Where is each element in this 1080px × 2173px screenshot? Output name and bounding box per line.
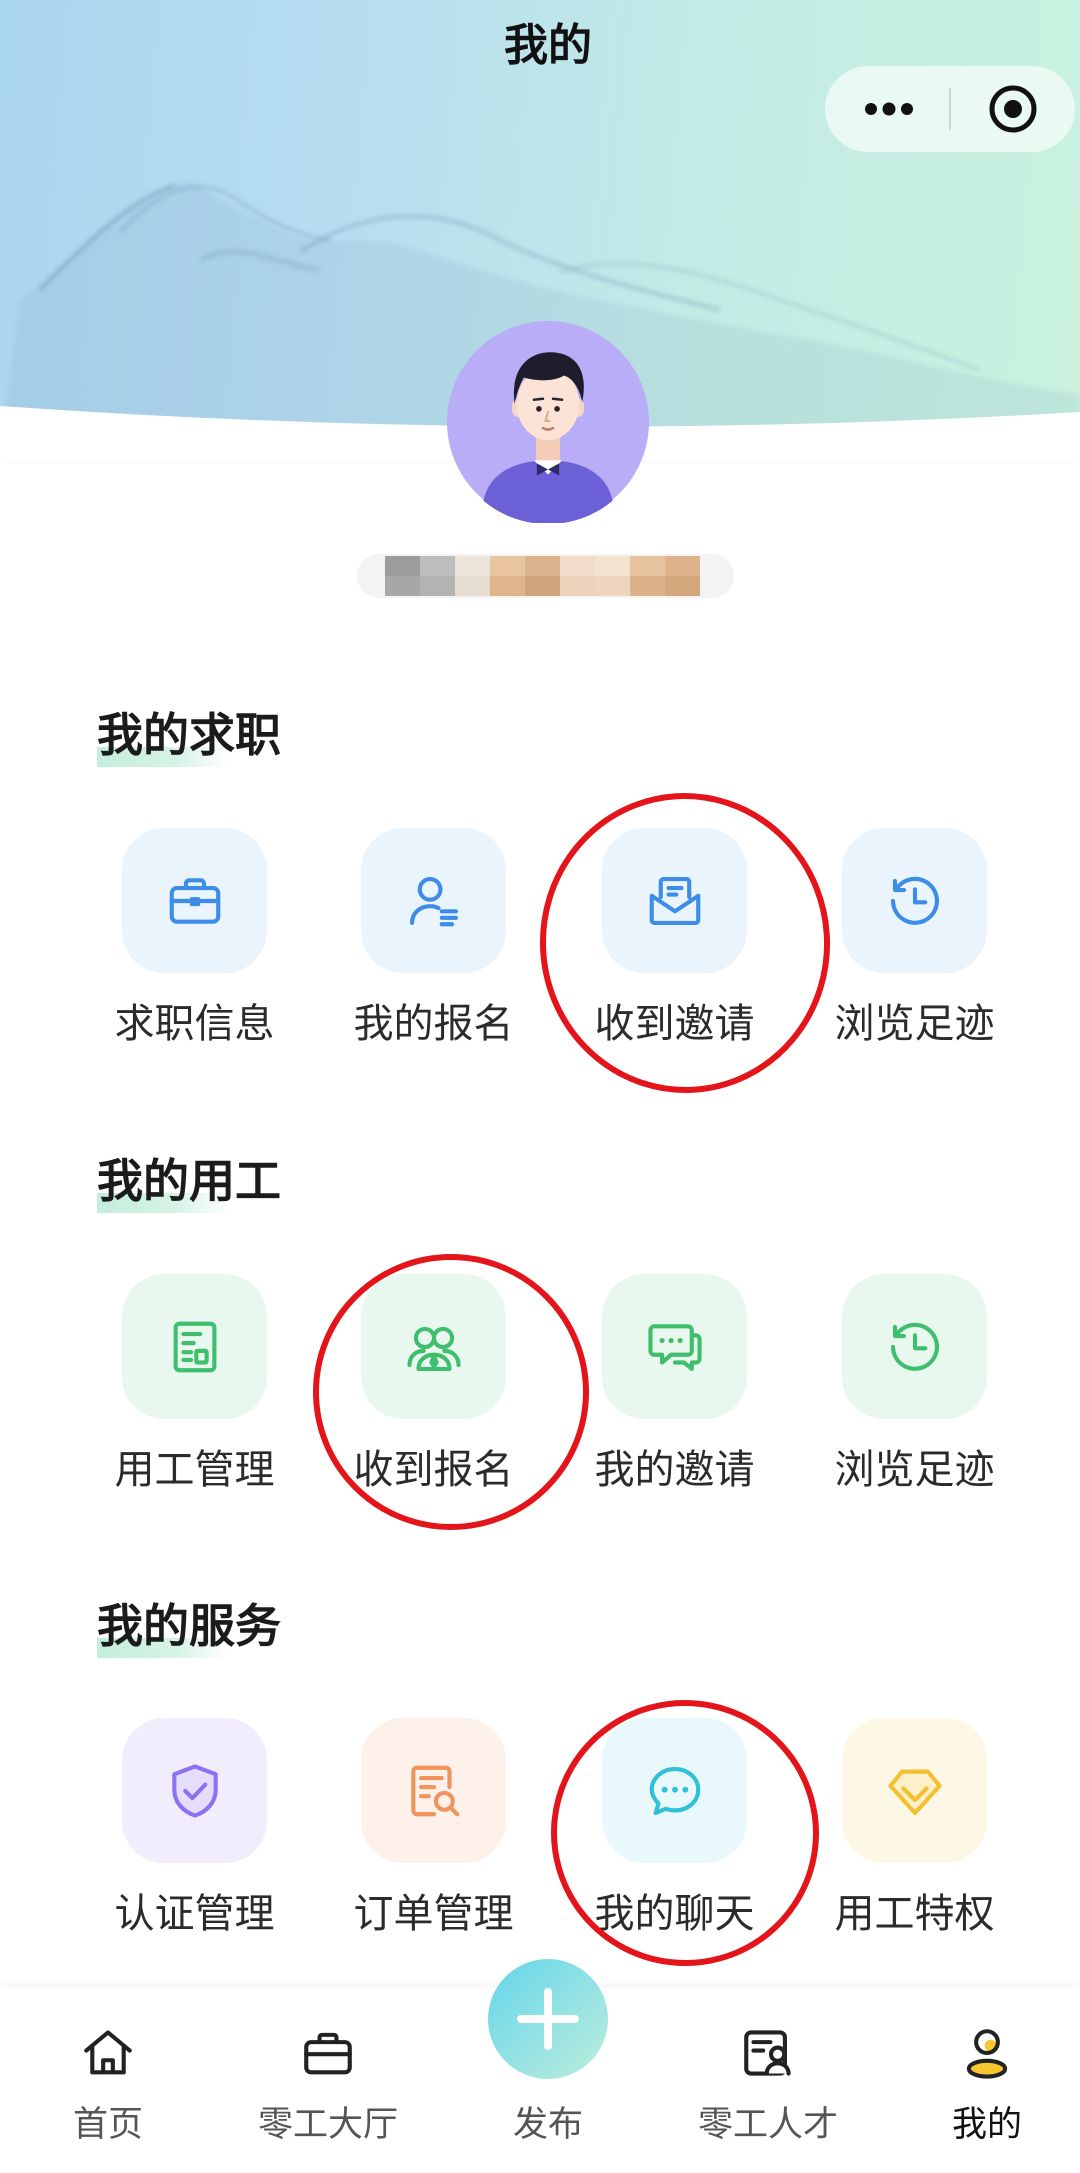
group-icon [406, 1326, 461, 1371]
menu-item-browse-history-employer[interactable]: 浏览足迹 [835, 1274, 995, 1504]
mosaic-block [525, 556, 560, 596]
mini-program-capsule [825, 66, 1075, 152]
menu-item-received-applications[interactable]: 收到报名 [354, 1274, 514, 1504]
mosaic-block [665, 556, 700, 596]
menu-item-label: 浏览足迹 [834, 1001, 995, 1047]
order-search-icon [410, 1765, 459, 1816]
tile-received-applications [361, 1274, 506, 1419]
tab-label: 零工大厅 [257, 2105, 398, 2145]
page-title: 我的 [504, 20, 592, 71]
document-icon [173, 1321, 216, 1372]
capsule-divider [949, 88, 951, 130]
tab-label: 首页 [72, 2105, 143, 2145]
tab-label: 发布 [512, 2105, 583, 2145]
more-dots-icon[interactable] [859, 93, 919, 125]
section-title-services: 我的服务 [97, 1599, 281, 1653]
chat-bubbles-icon [647, 1323, 702, 1371]
menu-item-my-invites[interactable]: 我的邀请 [595, 1274, 755, 1504]
tile-employment-management [122, 1274, 267, 1419]
avatar[interactable] [447, 321, 649, 523]
menu-item-job-info[interactable]: 求职信息 [115, 828, 275, 1058]
menu-item-label: 用工管理 [114, 1447, 275, 1493]
menu-item-my-chat[interactable]: 我的聊天 [595, 1718, 755, 1948]
tab-talent[interactable]: 零工人才 [668, 1987, 868, 2173]
history-icon [890, 876, 939, 925]
target-icon[interactable] [987, 83, 1039, 135]
mosaic-block [420, 556, 455, 596]
mosaic-block [385, 556, 420, 596]
tile-my-applications [361, 828, 506, 973]
tile-browse-history-employer [842, 1274, 987, 1419]
menu-item-label: 我的邀请 [594, 1447, 755, 1493]
section-title-job-seeking: 我的求职 [97, 708, 281, 762]
menu-item-received-invites[interactable]: 收到邀请 [595, 828, 755, 1058]
menu-item-label: 我的报名 [353, 1001, 514, 1047]
profile-page: 我的 我的求职 求职信息 我的报名 收到邀请 浏览足迹 我的用工 用工管理 收到… [0, 0, 1080, 2173]
section-title-employment: 我的用工 [97, 1154, 281, 1208]
mosaic-block [560, 556, 595, 596]
menu-item-label: 收到报名 [353, 1447, 514, 1493]
menu-item-label: 浏览足迹 [834, 1447, 995, 1493]
menu-item-my-applications[interactable]: 我的报名 [354, 828, 514, 1058]
profile-icon [966, 2029, 1008, 2079]
menu-item-label: 收到邀请 [594, 1001, 755, 1047]
menu-item-browse-history[interactable]: 浏览足迹 [835, 828, 995, 1058]
user-list-icon [409, 876, 458, 926]
home-icon [84, 2030, 132, 2075]
tab-label: 零工人才 [697, 2105, 838, 2145]
tile-received-invites [602, 828, 747, 973]
tab-mine[interactable]: 我的 [887, 1987, 1080, 2173]
briefcase-icon [169, 877, 220, 924]
envelope-icon [649, 876, 700, 925]
mosaic-block [490, 556, 525, 596]
briefcase-icon [304, 2032, 352, 2075]
tab-home[interactable]: 首页 [8, 1987, 208, 2173]
plus-icon [517, 1988, 579, 2050]
publish-button[interactable] [488, 1959, 608, 2079]
menu-item-label: 认证管理 [114, 1891, 275, 1937]
shield-check-icon [171, 1763, 218, 1818]
tile-verification [122, 1718, 267, 1863]
chat-icon [649, 1766, 700, 1815]
tab-gig-hall[interactable]: 零工大厅 [228, 1987, 428, 2173]
tile-my-chat [602, 1718, 747, 1863]
menu-item-label: 求职信息 [114, 1001, 275, 1047]
tile-job-info [122, 828, 267, 973]
name-mosaic [357, 554, 734, 598]
mosaic-block [595, 556, 630, 596]
tile-browse-history [842, 828, 987, 973]
tile-employer-privileges [842, 1718, 987, 1863]
tile-orders [361, 1718, 506, 1863]
diamond-icon [887, 1769, 942, 1815]
menu-item-label: 订单管理 [353, 1891, 514, 1937]
talent-card-icon [744, 2030, 791, 2076]
tab-label: 我的 [951, 2105, 1022, 2145]
tile-my-invites [602, 1274, 747, 1419]
history-icon [890, 1322, 939, 1371]
mosaic-block [455, 556, 490, 596]
menu-item-verification[interactable]: 认证管理 [115, 1718, 275, 1948]
mosaic-block [630, 556, 665, 596]
menu-item-orders[interactable]: 订单管理 [354, 1718, 514, 1948]
menu-item-label: 我的聊天 [594, 1891, 755, 1937]
menu-item-label: 用工特权 [834, 1891, 995, 1937]
menu-item-employer-privileges[interactable]: 用工特权 [835, 1718, 995, 1948]
menu-item-employment-management[interactable]: 用工管理 [115, 1274, 275, 1504]
